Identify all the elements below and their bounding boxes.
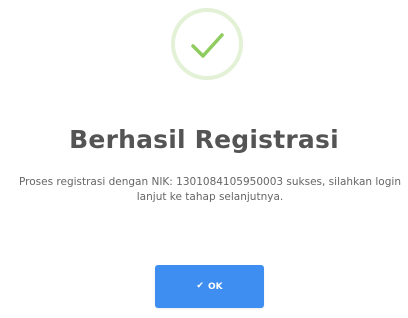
- check-icon: ✔: [196, 281, 204, 291]
- ok-button-label: OK: [207, 281, 223, 292]
- dialog-message: Proses registrasi dengan NIK: 1301084105…: [19, 176, 401, 203]
- check-icon: [191, 33, 224, 58]
- success-dialog: Berhasil Registrasi Proses registrasi de…: [0, 0, 408, 318]
- dialog-title: Berhasil Registrasi: [69, 125, 339, 154]
- ok-button[interactable]: ✔ OK: [155, 265, 264, 308]
- success-icon-circle: [171, 8, 243, 80]
